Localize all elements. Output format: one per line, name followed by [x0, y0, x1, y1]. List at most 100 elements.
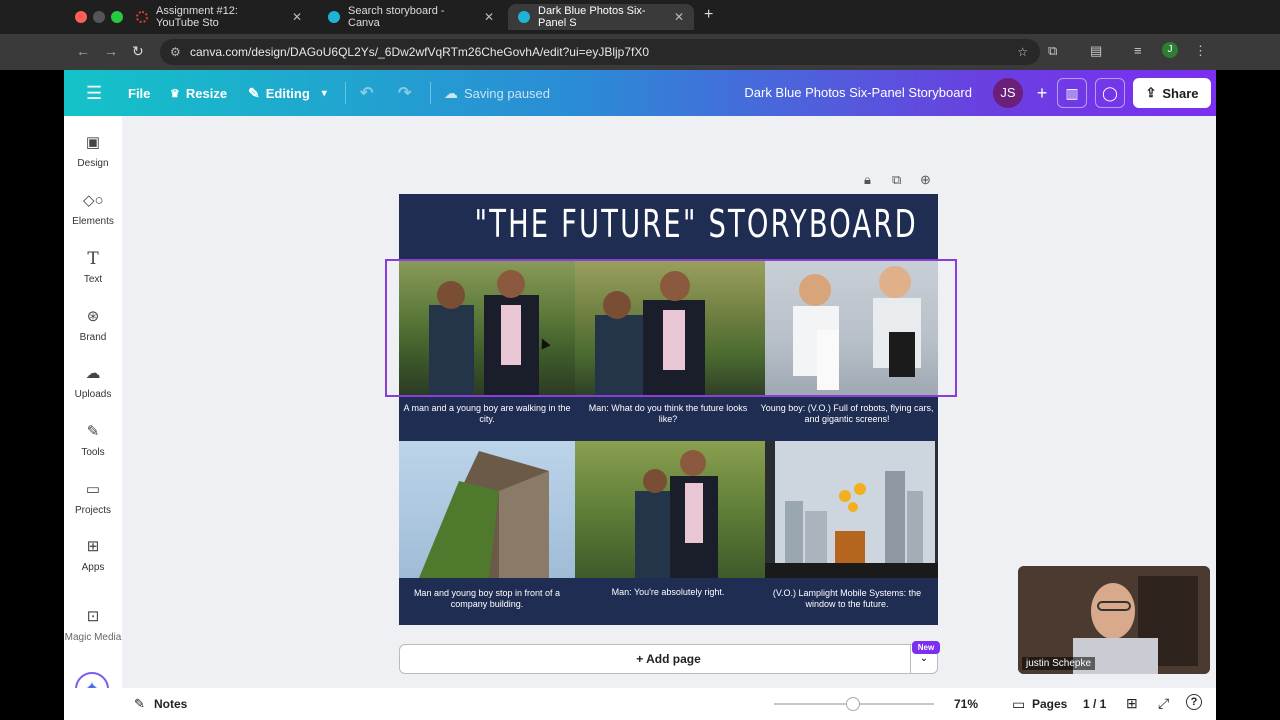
elements-icon: ◇○	[83, 192, 104, 209]
sidebar-item-elements[interactable]: ◇○ Elements	[64, 192, 122, 227]
canva-header: ☰ File ♛ Resize ✎ Editing ▾ ↶ ↷ ☁ Saving…	[64, 70, 1216, 116]
extensions-icon[interactable]: ⧉	[1048, 43, 1057, 59]
add-page-button[interactable]: + Add page	[399, 644, 938, 674]
panel-caption-6[interactable]: (V.O.) Lamplight Mobile Systems: the win…	[759, 588, 935, 610]
panel-caption-1[interactable]: A man and a young boy are walking in the…	[399, 403, 575, 425]
browser-tabstrip: Assignment #12: YouTube Sto ✕ Search sto…	[0, 0, 1280, 34]
maximize-window-button[interactable]	[111, 11, 123, 23]
bookmark-star-icon[interactable]: ☆	[1017, 39, 1028, 65]
design-icon: ▣	[85, 134, 101, 151]
panel-caption-2[interactable]: Man: What do you think the future looks …	[580, 403, 756, 425]
new-badge: New	[912, 641, 940, 654]
sidebar-item-label: Apps	[81, 562, 105, 573]
building-image	[419, 451, 549, 578]
undo-icon[interactable]: ↶	[360, 70, 373, 116]
sidebar-item-apps[interactable]: ⊞ Apps	[64, 538, 122, 573]
sidebar-item-tools[interactable]: ✎ Tools	[64, 423, 122, 458]
panel-photo-4[interactable]	[399, 441, 575, 578]
url-field[interactable]: ⚙ canva.com/design/DAGoU6QL2Ys/_6Dw2wfVq…	[160, 39, 1040, 65]
pages-icon: ▭	[1012, 696, 1026, 712]
share-label: Share	[1162, 85, 1199, 101]
people-silhouette-image	[635, 450, 718, 578]
sidebar-item-label: Elements	[72, 216, 114, 227]
webcam-name-label: justin Schepke	[1022, 657, 1096, 670]
browser-menu-icon[interactable]: ⋮	[1194, 43, 1207, 59]
redo-icon[interactable]: ↷	[398, 70, 411, 116]
page-count: 1 / 1	[1083, 697, 1107, 711]
brand-icon: ⊛	[86, 308, 100, 325]
left-sidebar: ▣ Design ◇○ Elements T Text ⊛ Brand ☁ Up…	[64, 116, 122, 720]
zoom-level[interactable]: 71%	[954, 697, 978, 711]
back-icon[interactable]: ←	[76, 43, 90, 59]
reading-list-icon[interactable]: ▤	[1090, 43, 1102, 59]
tab-label: Assignment #12: YouTube Sto	[156, 5, 238, 29]
close-tab-icon[interactable]: ✕	[292, 10, 302, 24]
tab-label: Dark Blue Photos Six-Panel S	[538, 5, 646, 29]
editing-label: Editing	[265, 85, 310, 101]
browser-tab-active[interactable]: Dark Blue Photos Six-Panel S ✕	[508, 4, 694, 30]
sidebar-item-label: Design	[77, 158, 109, 169]
tab-label: Search storyboard - Canva	[348, 5, 445, 29]
apps-icon: ⊞	[86, 538, 100, 555]
sidebar-item-text[interactable]: T Text	[64, 250, 122, 285]
help-icon[interactable]: ?	[1186, 694, 1202, 710]
browser-tab[interactable]: Assignment #12: YouTube Sto ✕	[126, 4, 312, 30]
panel-caption-5[interactable]: Man: You're absolutely right.	[580, 587, 756, 598]
add-page-icon[interactable]: ⊕	[920, 172, 931, 188]
reload-icon[interactable]: ↻	[132, 43, 144, 60]
storyboard-title[interactable]: "THE FUTURE" STORYBOARD	[474, 202, 915, 246]
editing-mode-dropdown[interactable]: ✎ Editing ▾	[248, 70, 327, 116]
browser-tab[interactable]: Search storyboard - Canva ✕	[318, 4, 504, 30]
lock-icon[interactable]: 🔒︎	[864, 172, 871, 188]
sidebar-item-projects[interactable]: ▭ Projects	[64, 481, 122, 516]
file-menu-button[interactable]: File	[128, 70, 150, 116]
document-title[interactable]: Dark Blue Photos Six-Panel Storyboard	[744, 70, 972, 116]
sidebar-item-magic-media[interactable]: ⊡ Magic Media	[64, 608, 122, 643]
sidebar-item-brand[interactable]: ⊛ Brand	[64, 308, 122, 343]
notes-button[interactable]: Notes	[154, 697, 187, 711]
insights-chart-icon[interactable]: ▥	[1057, 78, 1087, 108]
pencil-icon: ✎	[248, 84, 260, 101]
divider	[430, 82, 431, 104]
site-settings-icon[interactable]: ⚙	[170, 39, 181, 65]
sidebar-item-label: Magic Media	[64, 632, 122, 643]
close-window-button[interactable]	[75, 11, 87, 23]
grid-view-icon[interactable]: ⊞	[1126, 695, 1138, 712]
zoom-slider-handle[interactable]	[846, 697, 860, 711]
bottom-toolbar: ✎ Notes 71% ▭ Pages 1 / 1 ⊞ ⤢ ?	[64, 688, 1216, 720]
user-avatar[interactable]: JS	[993, 78, 1023, 108]
invite-plus-icon[interactable]: +	[1027, 78, 1057, 108]
minimize-window-button[interactable]	[93, 11, 105, 23]
comments-icon[interactable]: ◯	[1095, 78, 1125, 108]
save-status[interactable]: ☁ Saving paused	[444, 70, 550, 116]
media-controls-icon[interactable]: ≡	[1134, 43, 1142, 58]
text-icon: T	[87, 249, 99, 269]
panel-caption-4[interactable]: Man and young boy stop in front of a com…	[399, 588, 575, 610]
sidebar-item-uploads[interactable]: ☁ Uploads	[64, 365, 122, 400]
canva-favicon-icon	[518, 11, 530, 23]
sidebar-item-label: Uploads	[74, 389, 112, 400]
close-tab-icon[interactable]: ✕	[484, 10, 494, 24]
sidebar-item-design[interactable]: ▣ Design	[64, 134, 122, 169]
resize-label: Resize	[185, 85, 228, 101]
pages-button[interactable]: Pages	[1032, 697, 1067, 711]
webcam-overlay: justin Schepke	[1018, 566, 1210, 674]
divider	[345, 82, 346, 104]
panel-caption-3[interactable]: Young boy: (V.O.) Full of robots, flying…	[759, 403, 935, 425]
duplicate-page-icon[interactable]: ⧉	[892, 172, 901, 188]
fullscreen-icon[interactable]: ⤢	[1158, 695, 1169, 712]
resize-button[interactable]: ♛ Resize	[170, 70, 227, 116]
forward-icon[interactable]: →	[104, 43, 118, 59]
main-menu-icon[interactable]: ☰	[86, 70, 102, 116]
profile-avatar[interactable]: J	[1162, 42, 1178, 58]
share-button[interactable]: ⇪ Share	[1133, 78, 1211, 108]
panel-photo-5[interactable]	[575, 441, 765, 578]
sidebar-item-label: Brand	[79, 332, 107, 343]
window-city-image	[765, 441, 938, 578]
selection-outline[interactable]	[385, 259, 957, 397]
new-tab-icon[interactable]: +	[704, 6, 713, 24]
cloud-icon: ☁	[444, 84, 458, 101]
panel-photo-6[interactable]	[765, 441, 938, 578]
close-tab-icon[interactable]: ✕	[674, 10, 684, 24]
projects-icon: ▭	[85, 481, 101, 498]
